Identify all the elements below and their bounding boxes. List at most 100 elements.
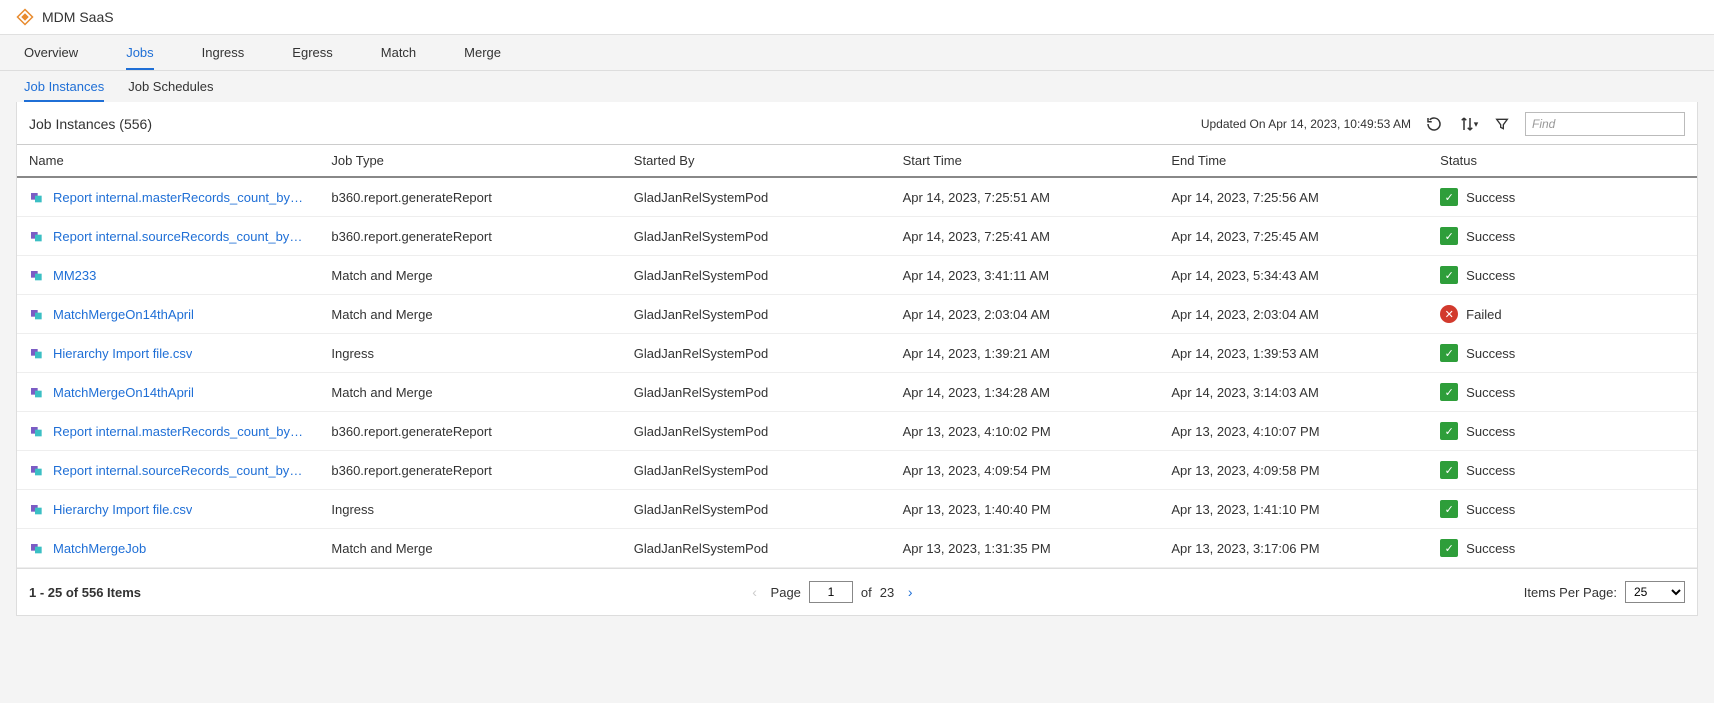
pager-page-label: Page <box>771 585 801 600</box>
status-success-icon: ✓ <box>1440 539 1458 557</box>
cell-start-time: Apr 14, 2023, 2:03:04 AM <box>891 295 1160 334</box>
job-icon <box>29 189 45 205</box>
col-job-type[interactable]: Job Type <box>319 145 621 178</box>
col-name[interactable]: Name <box>17 145 319 178</box>
filter-icon[interactable] <box>1491 113 1513 135</box>
cell-job-type: b360.report.generateReport <box>319 217 621 256</box>
nav-tab-merge[interactable]: Merge <box>464 45 501 70</box>
col-start-time[interactable]: Start Time <box>891 145 1160 178</box>
job-icon <box>29 462 45 478</box>
cell-job-type: b360.report.generateReport <box>319 412 621 451</box>
table-row: MatchMergeOn14thAprilMatch and MergeGlad… <box>17 373 1697 412</box>
nav-tab-jobs[interactable]: Jobs <box>126 45 153 70</box>
nav-tab-match[interactable]: Match <box>381 45 416 70</box>
refresh-icon[interactable] <box>1423 113 1445 135</box>
cell-end-time: Apr 14, 2023, 7:25:45 AM <box>1159 217 1428 256</box>
cell-job-type: Ingress <box>319 334 621 373</box>
cell-job-type: Match and Merge <box>319 529 621 568</box>
pager-page-input[interactable] <box>809 581 853 603</box>
table-scroll[interactable]: NameJob TypeStarted ByStart TimeEnd Time… <box>17 144 1697 568</box>
nav-tab-overview[interactable]: Overview <box>24 45 78 70</box>
job-name-link[interactable]: MatchMergeOn14thApril <box>53 307 194 322</box>
cell-start-time: Apr 14, 2023, 3:41:11 AM <box>891 256 1160 295</box>
job-icon <box>29 267 45 283</box>
job-name-link[interactable]: MatchMergeOn14thApril <box>53 385 194 400</box>
cell-end-time: Apr 13, 2023, 3:17:06 PM <box>1159 529 1428 568</box>
job-name-link[interactable]: MatchMergeJob <box>53 541 146 556</box>
panel-title-text: Job Instances <box>29 116 115 132</box>
pager-next-icon[interactable]: › <box>902 584 918 600</box>
table-row: Report internal.sourceRecords_count_by_B… <box>17 451 1697 490</box>
cell-end-time: Apr 13, 2023, 1:41:10 PM <box>1159 490 1428 529</box>
primary-nav: Overview Jobs Ingress Egress Match Merge <box>0 35 1714 71</box>
pager-ipp-select[interactable]: 25 <box>1625 581 1685 603</box>
cell-started-by: GladJanRelSystemPod <box>622 451 891 490</box>
table-row: Report internal.masterRecords_count_by_B… <box>17 412 1697 451</box>
job-icon <box>29 384 45 400</box>
cell-status-text: Success <box>1466 229 1515 244</box>
status-success-icon: ✓ <box>1440 422 1458 440</box>
nav-tab-egress[interactable]: Egress <box>292 45 332 70</box>
cell-start-time: Apr 14, 2023, 7:25:41 AM <box>891 217 1160 256</box>
job-instances-table: NameJob TypeStarted ByStart TimeEnd Time… <box>17 144 1697 568</box>
cell-started-by: GladJanRelSystemPod <box>622 412 891 451</box>
table-row: MM233Match and MergeGladJanRelSystemPodA… <box>17 256 1697 295</box>
pager-prev-icon[interactable]: ‹ <box>747 584 763 600</box>
status-success-icon: ✓ <box>1440 188 1458 206</box>
panel-toolbar: Job Instances (556) Updated On Apr 14, 2… <box>17 102 1697 144</box>
job-name-link[interactable]: Report internal.sourceRecords_count_by_B… <box>53 229 307 244</box>
job-icon <box>29 540 45 556</box>
cell-end-time: Apr 14, 2023, 7:25:56 AM <box>1159 177 1428 217</box>
sub-tab-job-instances[interactable]: Job Instances <box>24 79 104 102</box>
sort-icon[interactable]: ▾ <box>1457 113 1479 135</box>
job-name-link[interactable]: Hierarchy Import file.csv <box>53 346 192 361</box>
col-status[interactable]: Status <box>1428 145 1697 178</box>
cell-started-by: GladJanRelSystemPod <box>622 529 891 568</box>
cell-status-text: Success <box>1466 268 1515 283</box>
pager-ipp-label: Items Per Page: <box>1524 585 1617 600</box>
table-row: MatchMergeJob Match and MergeGladJanRelSy… <box>17 529 1697 568</box>
status-success-icon: ✓ <box>1440 383 1458 401</box>
table-row: MatchMergeOn14thAprilMatch and MergeGlad… <box>17 295 1697 334</box>
app-title: MDM SaaS <box>42 9 114 25</box>
job-name-link[interactable]: Report internal.sourceRecords_count_by_B… <box>53 463 307 478</box>
job-icon <box>29 228 45 244</box>
cell-job-type: Match and Merge <box>319 295 621 334</box>
secondary-nav: Job Instances Job Schedules <box>0 71 1714 102</box>
cell-start-time: Apr 13, 2023, 4:09:54 PM <box>891 451 1160 490</box>
cell-end-time: Apr 14, 2023, 3:14:03 AM <box>1159 373 1428 412</box>
nav-tab-ingress[interactable]: Ingress <box>202 45 245 70</box>
job-name-link[interactable]: Report internal.masterRecords_count_by_B… <box>53 424 307 439</box>
cell-started-by: GladJanRelSystemPod <box>622 177 891 217</box>
cell-start-time: Apr 14, 2023, 7:25:51 AM <box>891 177 1160 217</box>
cell-started-by: GladJanRelSystemPod <box>622 334 891 373</box>
panel-title: Job Instances (556) <box>29 116 1189 132</box>
cell-end-time: Apr 13, 2023, 4:09:58 PM <box>1159 451 1428 490</box>
find-input[interactable] <box>1525 112 1685 136</box>
cell-started-by: GladJanRelSystemPod <box>622 256 891 295</box>
cell-start-time: Apr 13, 2023, 4:10:02 PM <box>891 412 1160 451</box>
status-success-icon: ✓ <box>1440 344 1458 362</box>
job-name-link[interactable]: Report internal.masterRecords_count_by_B… <box>53 190 307 205</box>
updated-on-text: Updated On Apr 14, 2023, 10:49:53 AM <box>1201 117 1411 131</box>
pager-summary: 1 - 25 of 556 Items <box>29 585 141 600</box>
cell-start-time: Apr 14, 2023, 1:39:21 AM <box>891 334 1160 373</box>
pager-of-label: of <box>861 585 872 600</box>
col-started-by[interactable]: Started By <box>622 145 891 178</box>
cell-job-type: b360.report.generateReport <box>319 177 621 217</box>
cell-status-text: Failed <box>1466 307 1501 322</box>
status-failed-icon: ✕ <box>1440 305 1458 323</box>
cell-end-time: Apr 14, 2023, 1:39:53 AM <box>1159 334 1428 373</box>
table-row: Hierarchy Import file.csvIngressGladJanR… <box>17 490 1697 529</box>
cell-status-text: Success <box>1466 502 1515 517</box>
job-name-link[interactable]: MM233 <box>53 268 96 283</box>
table-row: Hierarchy Import file.csv IngressGladJanR… <box>17 334 1697 373</box>
job-icon <box>29 306 45 322</box>
cell-job-type: Match and Merge <box>319 373 621 412</box>
job-name-link[interactable]: Hierarchy Import file.csv <box>53 502 192 517</box>
cell-status-text: Success <box>1466 541 1515 556</box>
sub-tab-job-schedules[interactable]: Job Schedules <box>128 79 213 102</box>
col-end-time[interactable]: End Time <box>1159 145 1428 178</box>
status-success-icon: ✓ <box>1440 227 1458 245</box>
job-icon <box>29 501 45 517</box>
